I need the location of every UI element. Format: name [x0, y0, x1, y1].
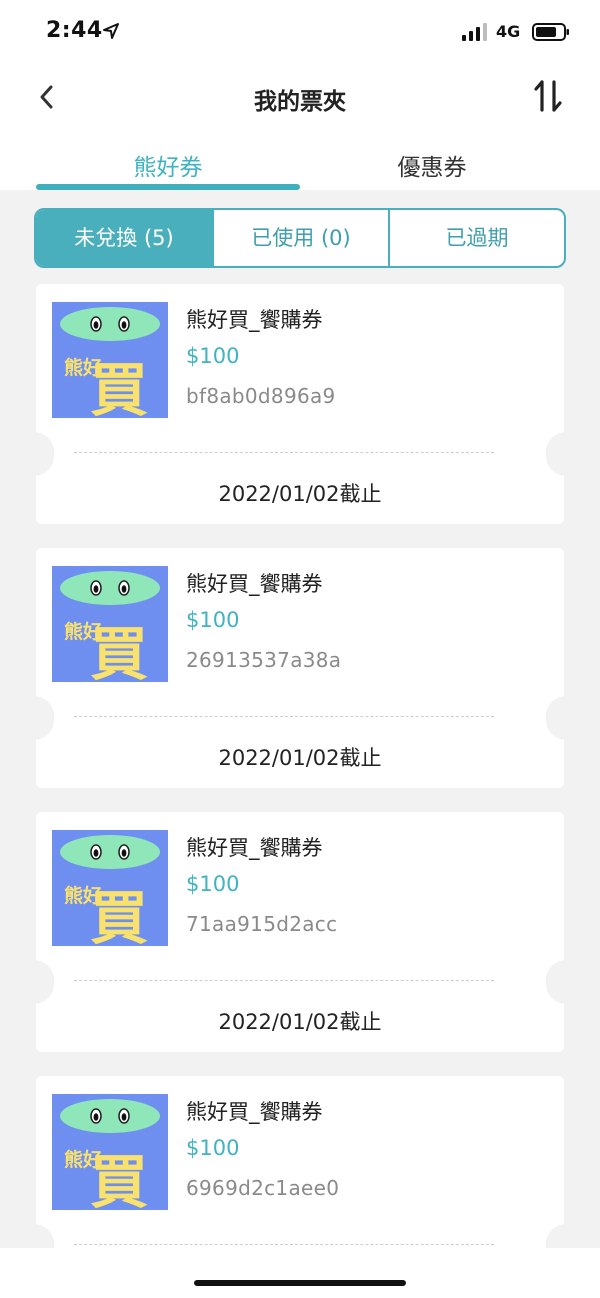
voucher-name: 熊好買_饗購券 [186, 572, 323, 596]
ticket-notch [14, 696, 54, 740]
segment-used[interactable]: 已使用 (0) [212, 210, 388, 266]
ticket-notch [546, 432, 586, 476]
signal-icon [462, 23, 487, 41]
logo-big-text: 買 [90, 1148, 148, 1210]
ticket-notch [14, 432, 54, 476]
segment-unredeemed[interactable]: 未兌換 (5) [36, 210, 212, 266]
page-title: 我的票夾 [254, 89, 346, 115]
ticket-notch [546, 960, 586, 1004]
voucher-name: 熊好買_饗購券 [186, 1100, 323, 1124]
status-filter-segment: 未兌換 (5) 已使用 (0) 已過期 [34, 208, 566, 268]
voucher-card[interactable]: 熊好 買 熊好買_饗購券 $100 71aa915d2acc 2022/01/0… [14, 812, 586, 1052]
tab-discount-coupon[interactable]: 優惠券 [300, 148, 564, 182]
logo-big-text: 買 [90, 884, 148, 946]
battery-icon [532, 23, 569, 41]
sort-arrows-icon[interactable] [530, 78, 566, 114]
header-area: 2:44 4G 我的票夾 熊好券 優惠券 [0, 0, 600, 190]
logo-big-text: 買 [90, 356, 148, 418]
status-bar: 2:44 4G [0, 0, 600, 66]
voucher-name: 熊好買_饗購券 [186, 836, 323, 860]
logo-big-text: 買 [90, 620, 148, 682]
voucher-name: 熊好買_饗購券 [186, 308, 323, 332]
bottom-safe-area [0, 1248, 600, 1298]
bear-buy-logo: 熊好 買 [52, 302, 168, 418]
segment-expired[interactable]: 已過期 [388, 210, 564, 266]
voucher-expiry: 2022/01/02截止 [218, 1010, 382, 1034]
dashed-divider [74, 980, 494, 981]
bear-buy-logo: 熊好 買 [52, 566, 168, 682]
voucher-code: 26913537a38a [186, 648, 342, 672]
navigation-bar: 我的票夾 [0, 66, 600, 128]
network-type: 4G [496, 22, 521, 41]
voucher-card[interactable]: 熊好 買 熊好買_饗購券 $100 bf8ab0d896a9 2022/01/0… [14, 284, 586, 524]
bear-buy-logo: 熊好 買 [52, 830, 168, 946]
home-indicator[interactable] [194, 1280, 406, 1286]
active-tab-indicator [36, 184, 300, 190]
ticket-notch [546, 696, 586, 740]
status-time: 2:44 [46, 18, 103, 43]
voucher-code: 6969d2c1aee0 [186, 1176, 340, 1200]
voucher-card[interactable]: 熊好 買 熊好買_饗購券 $100 26913537a38a 2022/01/0… [14, 548, 586, 788]
voucher-expiry: 2022/01/02截止 [218, 482, 382, 506]
ticket-notch [14, 960, 54, 1004]
voucher-code: bf8ab0d896a9 [186, 384, 336, 408]
dashed-divider [74, 716, 494, 717]
voucher-price: $100 [186, 872, 240, 896]
dashed-divider [74, 452, 494, 453]
voucher-price: $100 [186, 1136, 240, 1160]
ticket-type-tabs: 熊好券 優惠券 [0, 140, 600, 192]
voucher-expiry: 2022/01/02截止 [218, 746, 382, 770]
tab-bear-voucher[interactable]: 熊好券 [36, 148, 300, 182]
voucher-code: 71aa915d2acc [186, 912, 338, 936]
location-arrow-icon [103, 23, 119, 39]
dashed-divider [74, 1244, 494, 1245]
voucher-price: $100 [186, 608, 240, 632]
bear-buy-logo: 熊好 買 [52, 1094, 168, 1210]
voucher-price: $100 [186, 344, 240, 368]
